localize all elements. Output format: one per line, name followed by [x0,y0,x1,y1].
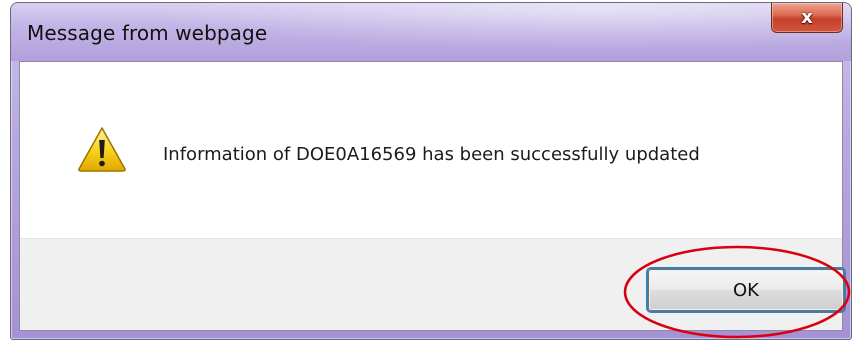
close-icon: x [801,6,813,28]
button-bar: OK [20,238,844,330]
dialog-title: Message from webpage [27,21,268,45]
dialog-content: Information of DOE0A16569 has been succe… [19,61,844,331]
close-button[interactable]: x [771,3,843,33]
ok-button[interactable]: OK [648,269,844,311]
message-dialog: Message from webpage x Information of DO… [10,2,852,340]
message-text: Information of DOE0A16569 has been succe… [163,144,700,165]
message-area: Information of DOE0A16569 has been succe… [20,62,842,238]
title-bar[interactable]: Message from webpage x [11,3,851,61]
warning-icon [78,127,126,172]
